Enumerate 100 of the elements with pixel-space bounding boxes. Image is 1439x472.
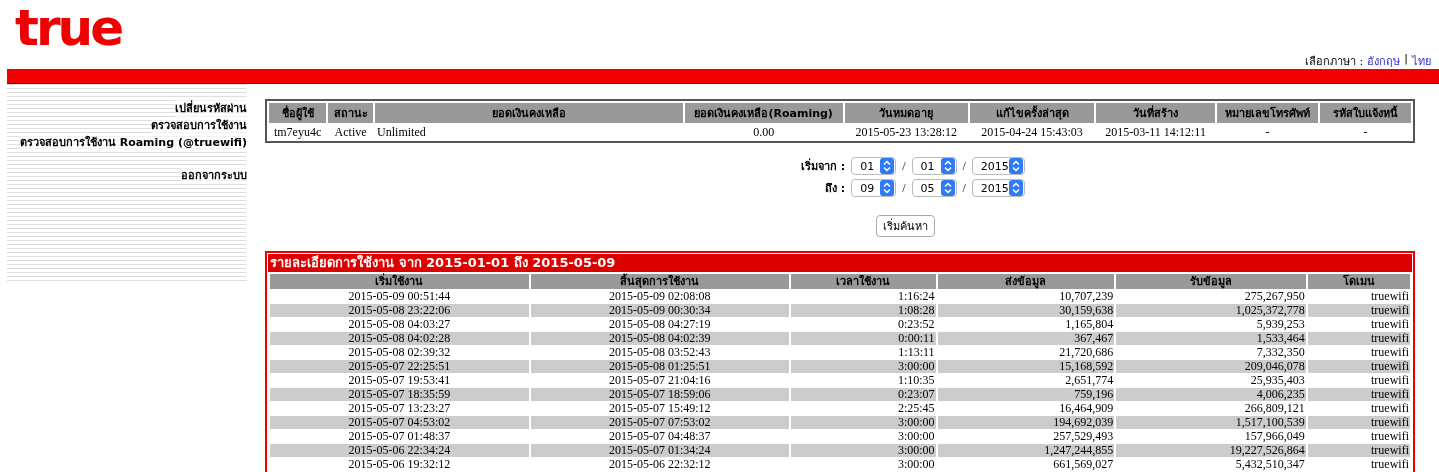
column-header: วันที่สร้าง bbox=[1096, 103, 1215, 123]
table-cell: 2015-05-07 04:53:02 bbox=[270, 416, 529, 429]
table-cell: 3:00:00 bbox=[790, 360, 936, 373]
table-cell: 2015-05-07 18:35:59 bbox=[270, 388, 529, 401]
table-cell-text: 25,935,403 bbox=[1249, 374, 1306, 387]
sidebar-link[interactable]: ออกจากระบบ bbox=[181, 167, 247, 184]
table-cell: 0:00:11 bbox=[790, 332, 936, 345]
table-cell-text: - bbox=[1362, 125, 1369, 139]
table-cell-text: 2015-05-08 02:39:32 bbox=[347, 346, 452, 359]
table-cell-text: 1:13:11 bbox=[897, 346, 936, 359]
chevron-icon bbox=[1008, 158, 1023, 174]
table-cell-text: 10,707,239 bbox=[1058, 290, 1115, 303]
table-cell: truewifi bbox=[1307, 444, 1410, 457]
table-cell-text: 2:25:45 bbox=[896, 402, 936, 415]
table-cell-text: 2015-05-07 19:53:41 bbox=[347, 374, 452, 387]
table-cell-text: 1,165,804 bbox=[1064, 318, 1115, 331]
table-cell: 2015-05-07 01:34:24 bbox=[530, 444, 789, 457]
table-cell: truewifi bbox=[1307, 360, 1410, 373]
table-cell-text: 2015-05-07 04:48:37 bbox=[607, 430, 712, 443]
table-cell: 1,517,100,539 bbox=[1116, 416, 1306, 429]
sidebar-link[interactable]: เปลี่ยนรหัสผ่าน bbox=[175, 100, 247, 117]
table-cell-text: 2015-05-06 22:32:12 bbox=[607, 458, 712, 471]
table-cell: 1:08:28 bbox=[790, 304, 936, 317]
table-cell-text: Active bbox=[333, 125, 368, 139]
table-cell-text: truewifi bbox=[1370, 430, 1410, 443]
chevron-icon bbox=[880, 158, 895, 174]
table-cell-text: 2015-04-24 15:43:03 bbox=[980, 125, 1084, 139]
table-cell: 2015-05-07 18:59:06 bbox=[530, 388, 789, 401]
table-cell: 4,006,235 bbox=[1116, 388, 1306, 401]
table-cell: 2015-05-07 22:25:51 bbox=[270, 360, 529, 373]
column-header: สิ้นสุดการใช้งาน bbox=[530, 274, 789, 289]
table-cell: 30,159,638 bbox=[937, 304, 1115, 317]
date-select[interactable]: 2015 bbox=[971, 157, 1025, 175]
table-cell: 1,025,372,778 bbox=[1116, 304, 1306, 317]
table-cell-text: 2015-05-07 01:48:37 bbox=[347, 430, 452, 443]
table-cell: truewifi bbox=[1307, 304, 1410, 317]
table-cell: 2015-05-07 07:53:02 bbox=[530, 416, 789, 429]
table-cell-text: 3:00:00 bbox=[896, 458, 936, 471]
table-cell: 0:23:07 bbox=[790, 388, 936, 401]
usage-title: รายละเอียดการใช้งาน จาก 2015-01-01 ถึง 2015-05-09 bbox=[268, 254, 1412, 272]
table-cell-text: 661,569,027 bbox=[1052, 458, 1115, 471]
table-cell-text: 157,966,049 bbox=[1243, 430, 1306, 443]
sidebar-link[interactable]: ตรวจสอบการใช้งาน bbox=[151, 117, 247, 134]
table-cell-text: truewifi bbox=[1370, 318, 1410, 331]
table-cell: truewifi bbox=[1307, 332, 1410, 345]
table-cell: truewifi bbox=[1307, 416, 1410, 429]
start-label: เริ่มจาก : bbox=[799, 157, 846, 175]
end-label: ถึง : bbox=[823, 181, 846, 197]
separator: / bbox=[902, 180, 906, 196]
table-cell-text: truewifi bbox=[1370, 346, 1410, 359]
column-header: สถานะ bbox=[328, 103, 374, 123]
date-select[interactable]: 01 bbox=[851, 157, 897, 175]
column-header: ยอดเงินคงเหลือ(Roaming) bbox=[684, 103, 843, 123]
table-cell: 209,046,078 bbox=[1116, 360, 1306, 373]
column-header: วันหมดอายุ bbox=[844, 103, 968, 123]
column-header: ยอดเงินคงเหลือ bbox=[375, 103, 683, 123]
date-select[interactable]: 05 bbox=[911, 179, 957, 197]
table-cell-text: 2015-05-07 15:49:12 bbox=[607, 402, 712, 415]
column-header: หมายเลขโทรศัพท์ bbox=[1217, 103, 1319, 123]
table-cell: 2015-05-08 04:02:39 bbox=[530, 332, 789, 345]
search-button[interactable]: เริ่มค้นหา bbox=[875, 215, 935, 237]
table-cell: 2015-05-08 01:25:51 bbox=[530, 360, 789, 373]
column-header: เวลาใช้งาน bbox=[790, 274, 936, 289]
sidebar-link[interactable]: ตรวจสอบการใช้งาน Roaming (@truewifi) bbox=[19, 134, 247, 151]
table-cell-text: 257,529,493 bbox=[1052, 430, 1115, 443]
table-cell: 3:00:00 bbox=[790, 416, 936, 429]
table-cell-text: 275,267,950 bbox=[1243, 290, 1306, 303]
table-cell: 2015-05-08 23:22:06 bbox=[270, 304, 529, 317]
table-cell-text: 2015-05-09 02:08:08 bbox=[607, 290, 712, 303]
date-select[interactable]: 2015 bbox=[971, 179, 1025, 197]
table-cell: 194,692,039 bbox=[937, 416, 1115, 429]
table-cell: 2015-05-09 00:30:34 bbox=[530, 304, 789, 317]
date-select[interactable]: 01 bbox=[911, 157, 957, 175]
table-cell: 2015-05-08 04:02:28 bbox=[270, 332, 529, 345]
date-select[interactable]: 09 bbox=[851, 179, 897, 197]
table-cell: 19,227,526,864 bbox=[1116, 444, 1306, 457]
separator: / bbox=[902, 158, 906, 174]
table-cell-text: 2015-05-09 00:51:44 bbox=[347, 290, 452, 303]
language-link[interactable]: อังกฤษ bbox=[1367, 52, 1401, 70]
table-cell-text: truewifi bbox=[1370, 458, 1410, 471]
table-cell-text: 2015-05-23 13:28:12 bbox=[854, 125, 959, 139]
table-cell-text: 5,939,253 bbox=[1255, 318, 1306, 331]
table-cell-text: 2015-03-11 14:12:11 bbox=[1104, 125, 1207, 139]
column-header: เริ่มใช้งาน bbox=[270, 274, 529, 289]
table-cell-text: - bbox=[1264, 125, 1271, 139]
table-cell: 367,467 bbox=[937, 332, 1115, 345]
table-cell-text: Unlimited bbox=[376, 125, 427, 139]
table-cell-text: 1:10:35 bbox=[896, 374, 936, 387]
chevron-icon bbox=[1008, 180, 1023, 196]
column-header: รับข้อมูล bbox=[1116, 274, 1306, 289]
column-header: แก้ไขครั้งล่าสุด bbox=[969, 103, 1095, 123]
table-cell-text: 3:00:00 bbox=[896, 430, 936, 443]
table-cell-text: 2015-05-06 19:32:12 bbox=[347, 458, 452, 471]
chevron-icon bbox=[940, 158, 955, 174]
table-cell-text: 2015-05-07 13:23:27 bbox=[347, 402, 452, 415]
table-cell: 3:00:00 bbox=[790, 444, 936, 457]
column-header: รหัสใบแจ้งหนี้ bbox=[1320, 103, 1411, 123]
language-link[interactable]: ไทย bbox=[1412, 52, 1431, 70]
table-cell-text: 16,464,909 bbox=[1058, 402, 1115, 415]
table-cell-text: 266,809,121 bbox=[1243, 402, 1306, 415]
